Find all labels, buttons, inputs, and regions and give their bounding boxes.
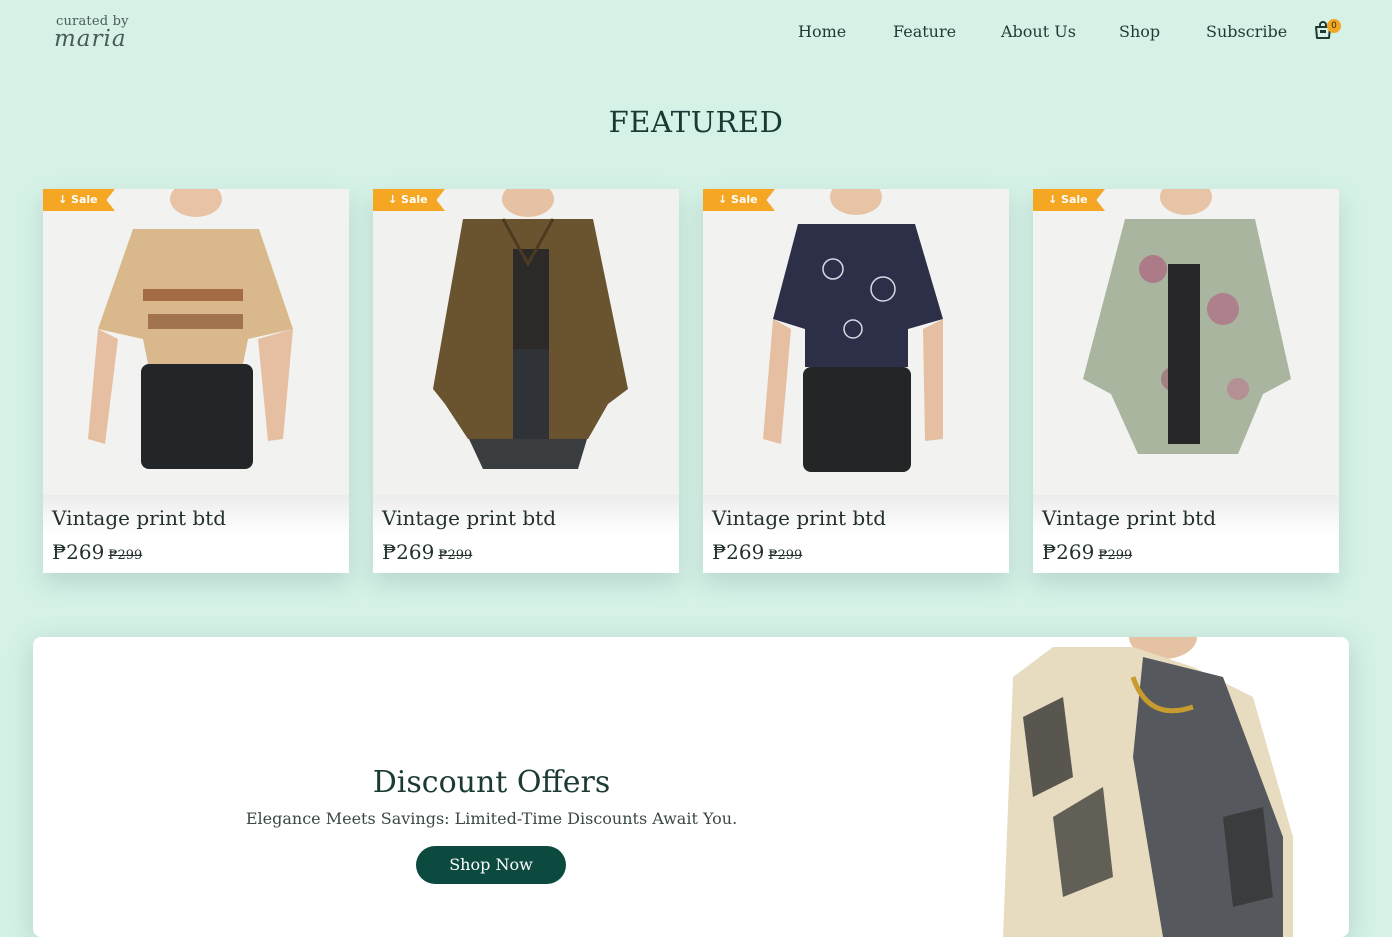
- discount-panel: Discount Offers Elegance Meets Savings: …: [33, 637, 1349, 937]
- sale-badge-label: Sale: [731, 193, 758, 206]
- discount-subtitle: Elegance Meets Savings: Limited-Time Dis…: [245, 809, 738, 828]
- product-price: ₱269 ₱299: [52, 540, 142, 564]
- nav-home[interactable]: Home: [798, 22, 846, 41]
- cart-count-badge: 0: [1327, 19, 1341, 33]
- product-info: Vintage print btd ₱269 ₱299: [703, 495, 1009, 573]
- featured-title: FEATURED: [608, 105, 784, 139]
- current-price: ₱269: [712, 540, 765, 564]
- sale-badge-label: Sale: [401, 193, 428, 206]
- sale-badge-label: Sale: [71, 193, 98, 206]
- current-price: ₱269: [1042, 540, 1095, 564]
- nav-feature[interactable]: Feature: [893, 22, 956, 41]
- original-price: ₱299: [1098, 548, 1133, 563]
- product-image[interactable]: ↓ Sale: [703, 189, 1009, 495]
- product-info: Vintage print btd ₱269 ₱299: [1033, 495, 1339, 573]
- shop-now-button[interactable]: Shop Now: [416, 846, 566, 884]
- discount-title: Discount Offers: [372, 765, 611, 800]
- product-card[interactable]: ↓ Sale Vintage print btd ₱269 ₱299: [43, 189, 349, 573]
- product-card[interactable]: ↓ Sale Vintage print btd ₱269 ₱299: [703, 189, 1009, 573]
- sale-badge: ↓ Sale: [43, 189, 115, 211]
- product-price: ₱269 ₱299: [1042, 540, 1132, 564]
- sale-badge: ↓ Sale: [1033, 189, 1105, 211]
- product-card[interactable]: ↓ Sale Vintage print btd ₱269 ₱299: [373, 189, 679, 573]
- product-image[interactable]: ↓ Sale: [373, 189, 679, 495]
- current-price: ₱269: [52, 540, 105, 564]
- product-price: ₱269 ₱299: [382, 540, 472, 564]
- current-price: ₱269: [382, 540, 435, 564]
- product-name[interactable]: Vintage print btd: [1042, 506, 1216, 530]
- nav-shop[interactable]: Shop: [1119, 22, 1160, 41]
- original-price: ₱299: [108, 548, 143, 563]
- sale-badge: ↓ Sale: [373, 189, 445, 211]
- product-info: Vintage print btd ₱269 ₱299: [373, 495, 679, 573]
- main-nav: Home Feature About Us Shop Subscribe: [0, 22, 1392, 46]
- sale-badge-label: Sale: [1061, 193, 1088, 206]
- product-name[interactable]: Vintage print btd: [712, 506, 886, 530]
- product-image[interactable]: ↓ Sale: [1033, 189, 1339, 495]
- product-name[interactable]: Vintage print btd: [52, 506, 226, 530]
- product-price: ₱269 ₱299: [712, 540, 802, 564]
- product-card[interactable]: ↓ Sale Vintage print btd ₱269 ₱299: [1033, 189, 1339, 573]
- product-info: Vintage print btd ₱269 ₱299: [43, 495, 349, 573]
- product-name[interactable]: Vintage print btd: [382, 506, 556, 530]
- nav-subscribe[interactable]: Subscribe: [1206, 22, 1287, 41]
- discount-model-image: [993, 637, 1313, 937]
- sale-badge: ↓ Sale: [703, 189, 775, 211]
- original-price: ₱299: [438, 548, 473, 563]
- original-price: ₱299: [768, 548, 803, 563]
- nav-about-us[interactable]: About Us: [1001, 22, 1076, 41]
- product-image[interactable]: ↓ Sale: [43, 189, 349, 495]
